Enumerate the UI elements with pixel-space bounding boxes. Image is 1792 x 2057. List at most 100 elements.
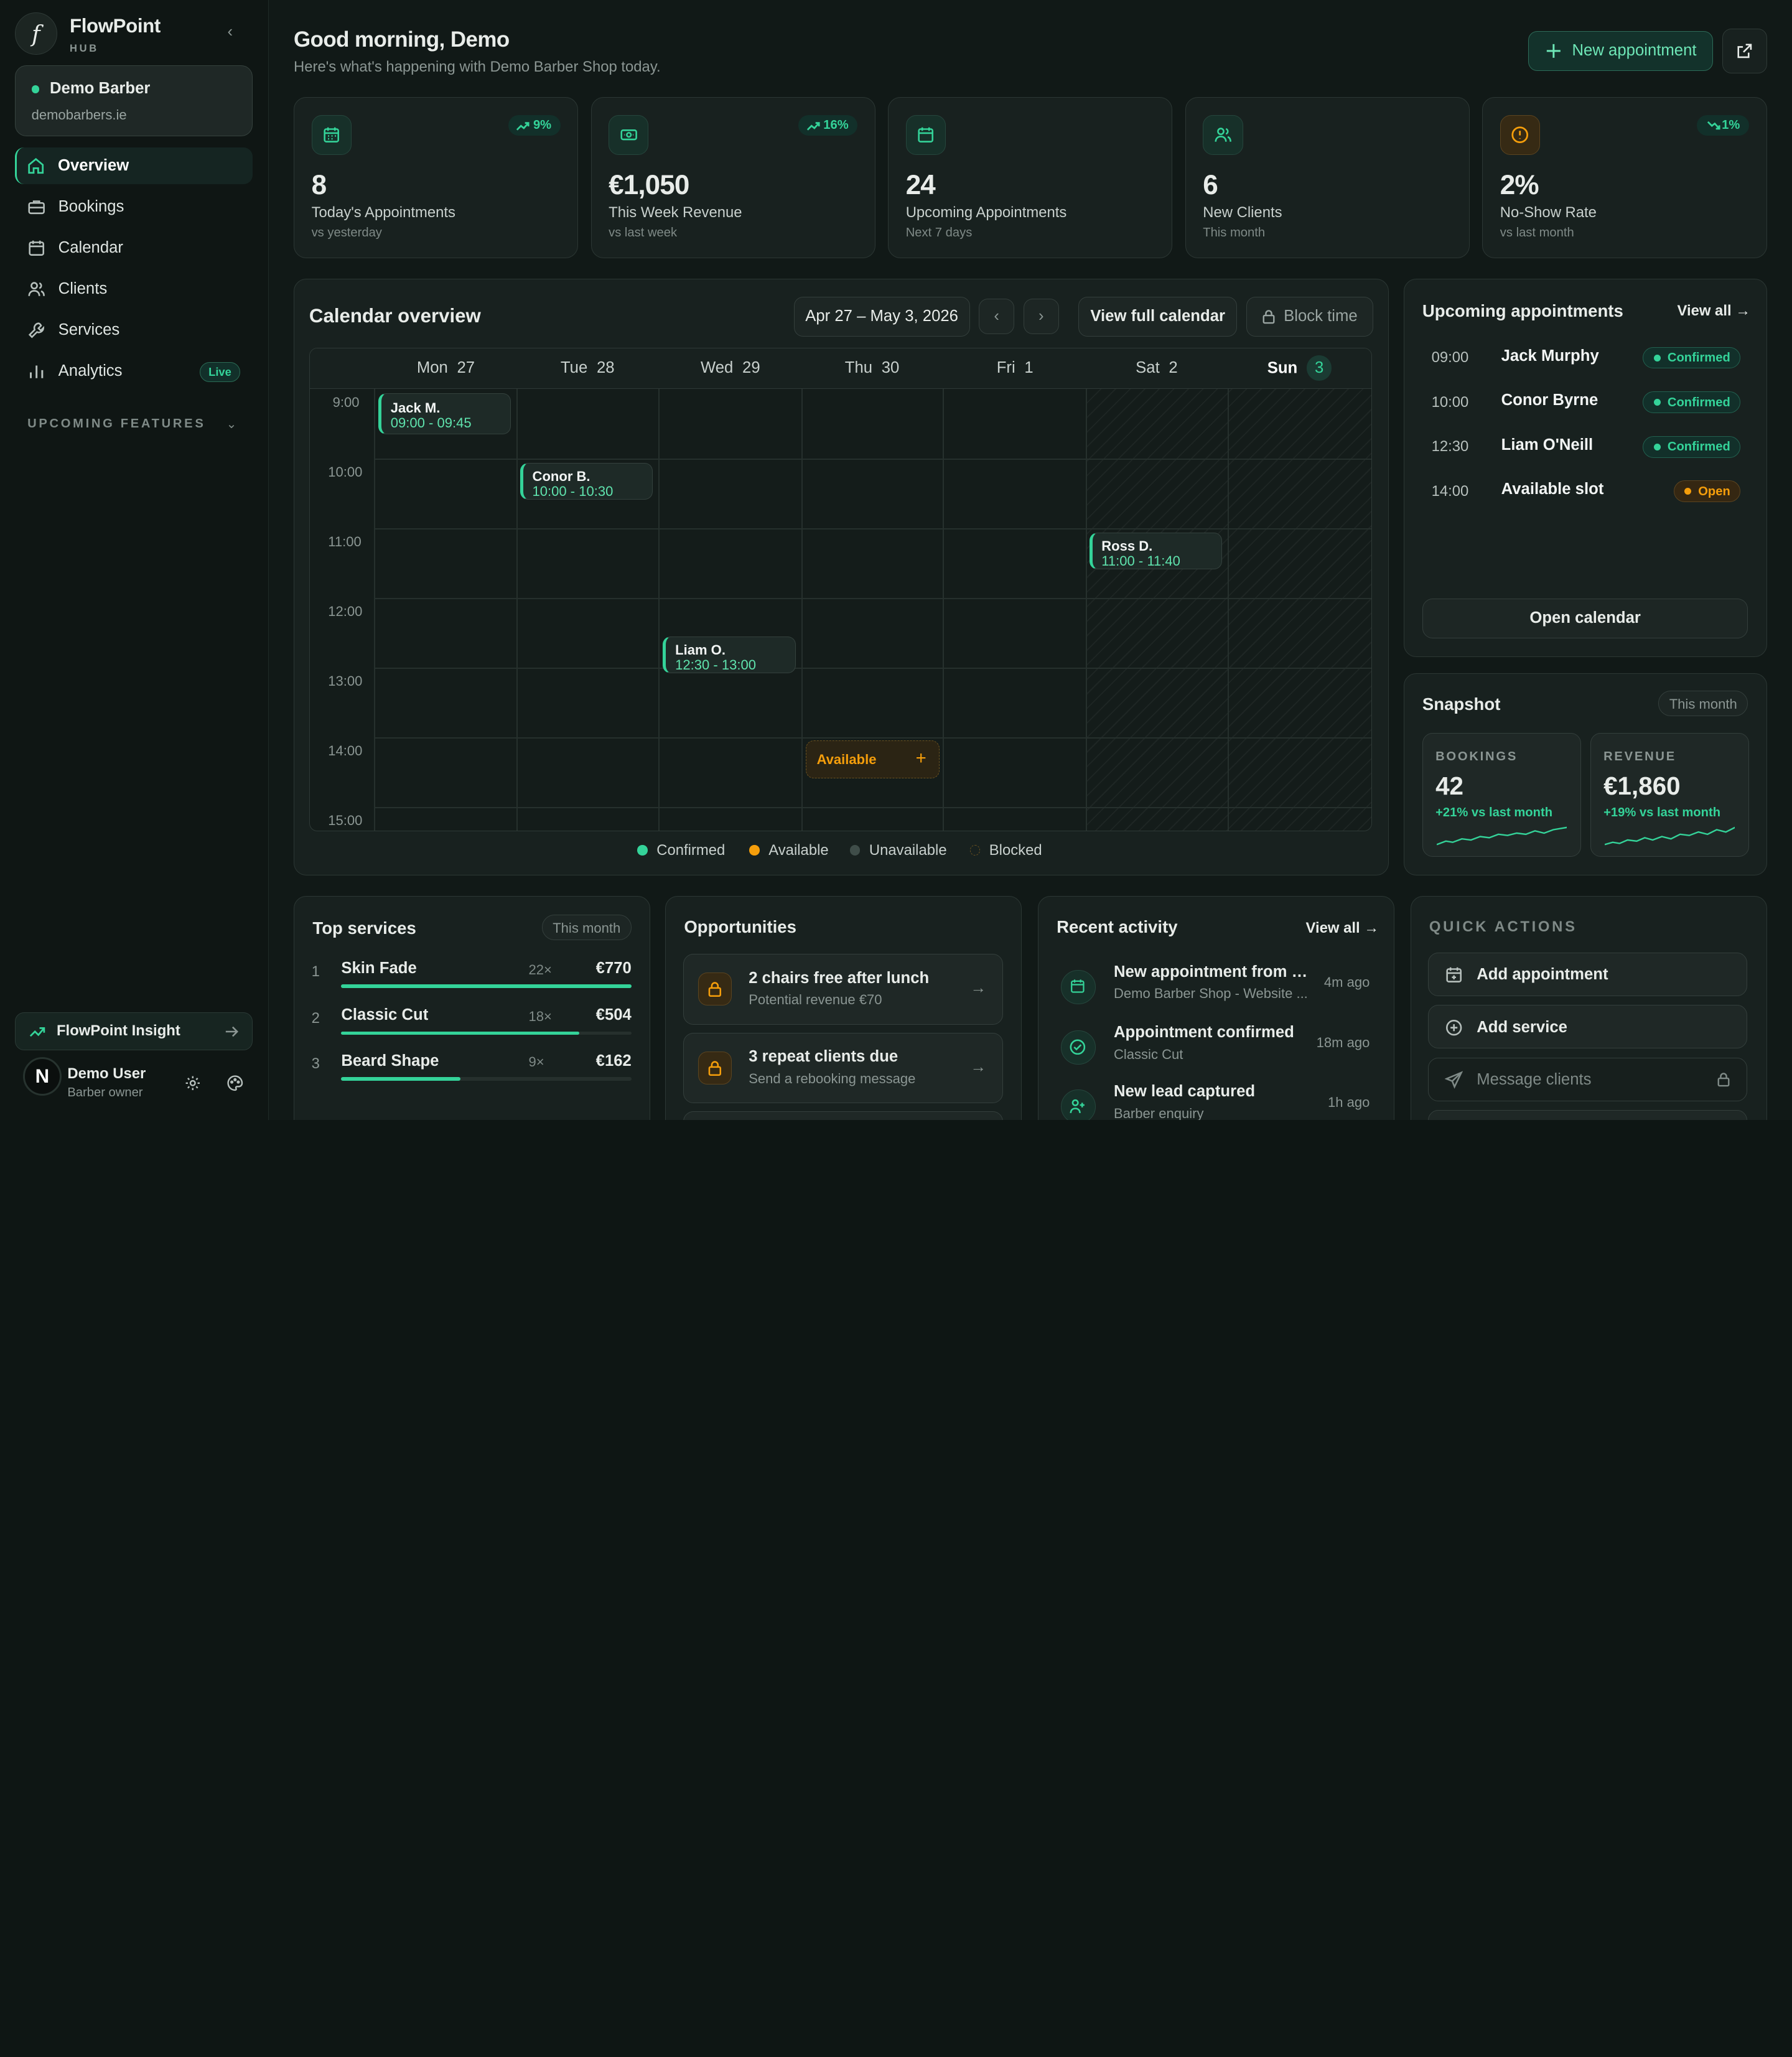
time-label: 11:00 bbox=[328, 533, 362, 549]
calendar-overview-card: Calendar overview Apr 27 – May 3, 2026 ‹… bbox=[294, 279, 1389, 875]
quick-actions-card: QUICK ACTIONS Add appointment Add servic… bbox=[1410, 896, 1767, 1120]
appointment-row[interactable]: 12:30 Liam O'Neill Confirmed bbox=[1432, 436, 1740, 459]
add-appointment-button[interactable]: Add appointment bbox=[1428, 953, 1747, 996]
stat-label: Upcoming Appointments bbox=[905, 203, 1067, 221]
avatar[interactable]: N bbox=[22, 1056, 62, 1096]
day-header-sat: Sat 2 bbox=[1136, 358, 1178, 376]
stat-subtext: vs last week bbox=[609, 225, 678, 240]
message-clients-button[interactable]: Message clients bbox=[1428, 1057, 1747, 1101]
palette-icon[interactable] bbox=[226, 1075, 244, 1092]
grid-line bbox=[801, 388, 803, 831]
stat-subtext: vs last month bbox=[1500, 225, 1574, 240]
grid-line bbox=[516, 388, 518, 831]
status-badge: Confirmed bbox=[1643, 391, 1740, 414]
shop-status-dot bbox=[31, 85, 40, 93]
status-badge: Open bbox=[1673, 480, 1740, 503]
stat-card-upcoming-appointments[interactable]: 24 Upcoming Appointments Next 7 days bbox=[888, 97, 1173, 259]
collapse-sidebar-icon[interactable]: ‹ bbox=[228, 23, 233, 41]
day-header-wed: Wed 29 bbox=[700, 358, 760, 376]
sidebar-item-calendar[interactable]: Calendar bbox=[15, 230, 253, 266]
calendar-event[interactable]: Jack M. 09:00 - 09:45 bbox=[378, 393, 511, 435]
add-service-button[interactable]: Add service bbox=[1428, 1005, 1747, 1049]
stat-card-new-clients[interactable]: 6 New Clients This month bbox=[1185, 97, 1470, 259]
stat-card-no-show-rate[interactable]: 1% 2% No-Show Rate vs last month bbox=[1482, 97, 1767, 259]
service-row[interactable]: 2 Classic Cut 18× €504 bbox=[312, 1006, 632, 1045]
stat-icon-box bbox=[1500, 114, 1541, 155]
appointment-row[interactable]: 10:00 Conor Byrne Confirmed bbox=[1432, 391, 1740, 414]
sidebar-item-clients[interactable]: Clients bbox=[15, 271, 253, 307]
calendar-event[interactable]: Ross D. 11:00 - 11:40 bbox=[1089, 533, 1222, 569]
sidebar-item-overview[interactable]: Overview bbox=[14, 147, 253, 184]
lock-icon bbox=[1717, 1073, 1730, 1087]
stat-value: 8 bbox=[311, 169, 327, 200]
date-range-picker[interactable]: Apr 27 – May 3, 2026 bbox=[793, 296, 970, 337]
stat-card-week-revenue[interactable]: 16% €1,050 This Week Revenue vs last wee… bbox=[590, 97, 875, 259]
sidebar-item-analytics[interactable]: Analytics Live bbox=[15, 353, 253, 390]
service-row[interactable]: 1 Skin Fade 22× €770 bbox=[312, 959, 632, 998]
users-icon bbox=[28, 282, 45, 296]
appointment-row[interactable]: 14:00 Available slot Open bbox=[1432, 480, 1740, 503]
activity-item[interactable]: New lead captured Barber enquiry 1h ago bbox=[1061, 1083, 1381, 1120]
view-all-link[interactable]: View all → bbox=[1677, 302, 1750, 320]
grid-line bbox=[658, 388, 660, 831]
bookings-sparkline bbox=[1436, 826, 1567, 846]
status-badge: Confirmed bbox=[1643, 436, 1740, 458]
stat-value: 6 bbox=[1203, 169, 1218, 200]
available-slot[interactable]: Available + bbox=[806, 740, 940, 778]
stat-label: New Clients bbox=[1203, 203, 1282, 221]
open-calendar-button[interactable]: Open calendar bbox=[1422, 598, 1748, 638]
flowpoint-insight-button[interactable]: FlowPoint Insight bbox=[14, 1012, 253, 1050]
revenue-sparkline bbox=[1604, 826, 1735, 846]
legend-available: Available bbox=[768, 841, 829, 859]
grid-line bbox=[373, 388, 375, 831]
block-time-button[interactable]: Block time bbox=[1246, 296, 1373, 337]
legend-unavailable-dot bbox=[849, 845, 861, 856]
revenue-metric: REVENUE €1,860 +19% vs last month bbox=[1590, 733, 1750, 857]
plus-icon bbox=[1547, 44, 1561, 58]
sidebar-item-bookings[interactable]: Bookings bbox=[15, 189, 253, 225]
view-full-calendar-button[interactable]: View full calendar bbox=[1078, 296, 1238, 337]
period-filter[interactable]: This month bbox=[1658, 691, 1748, 716]
period-filter[interactable]: This month bbox=[541, 915, 632, 940]
opportunity-item[interactable]: 2 chairs free after lunch Potential reve… bbox=[683, 953, 1003, 1025]
calendar-event[interactable]: Conor B. 10:00 - 10:30 bbox=[520, 463, 653, 500]
next-week-button[interactable]: › bbox=[1023, 299, 1059, 335]
open-external-button[interactable] bbox=[1722, 28, 1767, 73]
calendar-event[interactable]: Liam O. 12:30 - 13:00 bbox=[663, 637, 796, 673]
view-all-link[interactable]: View all → bbox=[1306, 920, 1379, 937]
sidebar-item-services[interactable]: Services bbox=[15, 312, 253, 348]
trending-up-icon bbox=[806, 122, 820, 131]
external-link-icon bbox=[1737, 44, 1752, 58]
sidebar-item-label: Calendar bbox=[58, 239, 123, 257]
legend-available-dot bbox=[749, 845, 760, 856]
chevron-down-icon[interactable]: ⌄ bbox=[226, 416, 237, 432]
calendar-plus-icon bbox=[1446, 967, 1462, 983]
legend-unavailable: Unavailable bbox=[869, 841, 947, 859]
service-row[interactable]: 3 Beard Shape 9× €162 bbox=[312, 1052, 632, 1091]
time-label: 12:00 bbox=[328, 603, 363, 619]
gear-icon[interactable] bbox=[184, 1075, 202, 1092]
prev-week-button[interactable]: ‹ bbox=[979, 299, 1015, 335]
shop-switcher[interactable]: Demo Barber demobarbers.ie bbox=[14, 65, 253, 136]
stat-card-todays-appointments[interactable]: 9% 8 Today's Appointments vs yesterday bbox=[294, 97, 579, 259]
time-label: 10:00 bbox=[328, 464, 363, 480]
cash-icon bbox=[620, 129, 637, 141]
appointment-row[interactable]: 09:00 Jack Murphy Confirmed bbox=[1432, 347, 1740, 370]
time-label: 14:00 bbox=[328, 743, 363, 759]
new-appointment-button[interactable]: New appointment bbox=[1528, 30, 1714, 71]
opportunity-item[interactable]: 3 repeat clients due Send a rebooking me… bbox=[683, 1032, 1003, 1104]
upcoming-features-heading[interactable]: UPCOMING FEATURES bbox=[27, 417, 205, 431]
activity-item[interactable]: New appointment from w... Demo Barber Sho… bbox=[1061, 963, 1381, 1020]
lock-icon bbox=[698, 973, 732, 1006]
sidebar-item-label: Bookings bbox=[58, 197, 124, 215]
stat-label: This Week Revenue bbox=[609, 203, 742, 221]
activity-item[interactable]: Appointment confirmed Classic Cut 18m ago bbox=[1061, 1024, 1381, 1081]
quick-action-item[interactable] bbox=[1428, 1110, 1747, 1120]
opportunities-card: Opportunities 2 chairs free after lunch … bbox=[665, 896, 1022, 1120]
top-services-card: Top services This month 1 Skin Fade 22× €77… bbox=[294, 896, 651, 1120]
shop-name: Demo Barber bbox=[49, 79, 151, 97]
brand-logo[interactable]: f bbox=[14, 12, 57, 55]
legend-blocked: Blocked bbox=[989, 841, 1042, 859]
calendar-title: Calendar overview bbox=[309, 304, 481, 327]
opportunity-item[interactable] bbox=[683, 1111, 1003, 1120]
